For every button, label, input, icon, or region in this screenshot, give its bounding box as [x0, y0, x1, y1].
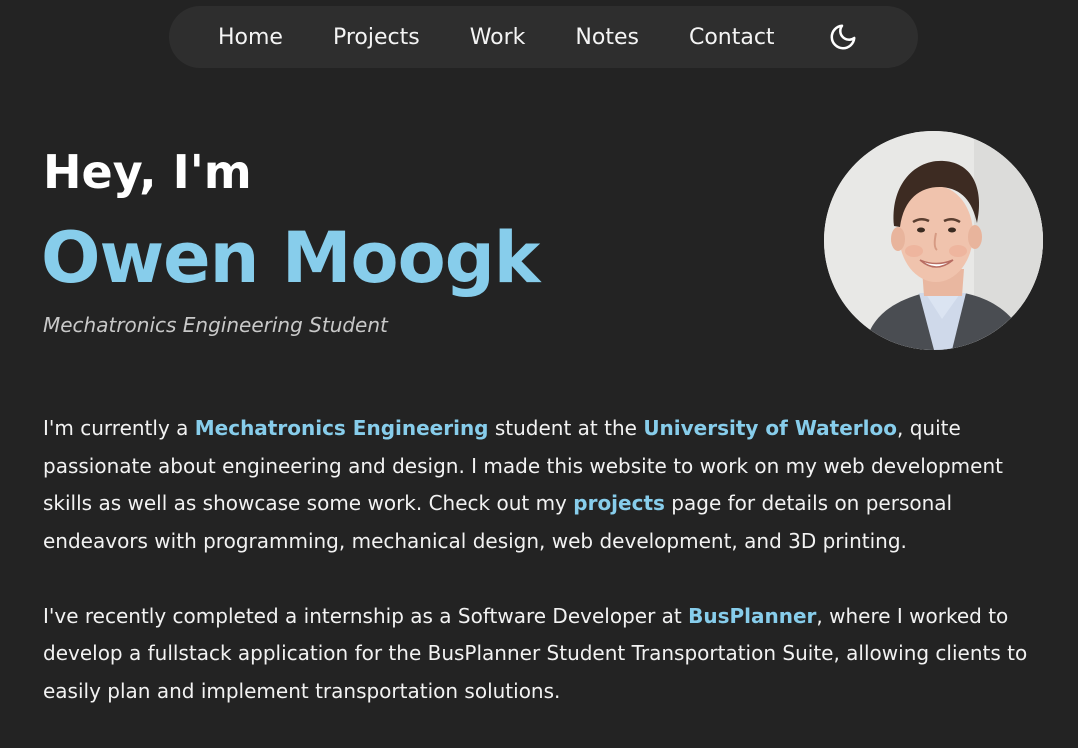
profile-photo-illustration: [824, 131, 1043, 350]
top-nav: Home Projects Work Notes Contact: [169, 6, 918, 68]
nav-notes-link[interactable]: Notes: [575, 25, 639, 50]
bio-text: I've recently completed a internship as …: [43, 603, 689, 628]
profile-photo: [824, 131, 1043, 350]
projects-link[interactable]: projects: [573, 491, 665, 515]
busplanner-link[interactable]: BusPlanner: [688, 604, 816, 628]
hero-name: Owen Moogk: [41, 217, 540, 299]
hero-subtitle: Mechatronics Engineering Student: [43, 313, 388, 337]
bio-section: I'm currently a Mechatronics Engineering…: [43, 410, 1043, 748]
university-of-waterloo-link[interactable]: University of Waterloo: [643, 416, 897, 440]
nav-home-link[interactable]: Home: [218, 25, 283, 50]
theme-toggle-button[interactable]: [827, 21, 859, 53]
nav-projects-link[interactable]: Projects: [333, 25, 420, 50]
bio-text: student at the: [488, 416, 644, 440]
nav-contact-link[interactable]: Contact: [689, 25, 775, 50]
bio-paragraph-work: I've recently completed a internship as …: [43, 598, 1043, 711]
hero-greeting: Hey, I'm: [43, 145, 252, 199]
bio-paragraph-education: I'm currently a Mechatronics Engineering…: [43, 410, 1043, 560]
mechatronics-engineering-link[interactable]: Mechatronics Engineering: [195, 416, 489, 440]
moon-icon: [830, 24, 856, 50]
bio-text: I'm currently a: [43, 416, 195, 440]
nav-work-link[interactable]: Work: [470, 25, 526, 50]
